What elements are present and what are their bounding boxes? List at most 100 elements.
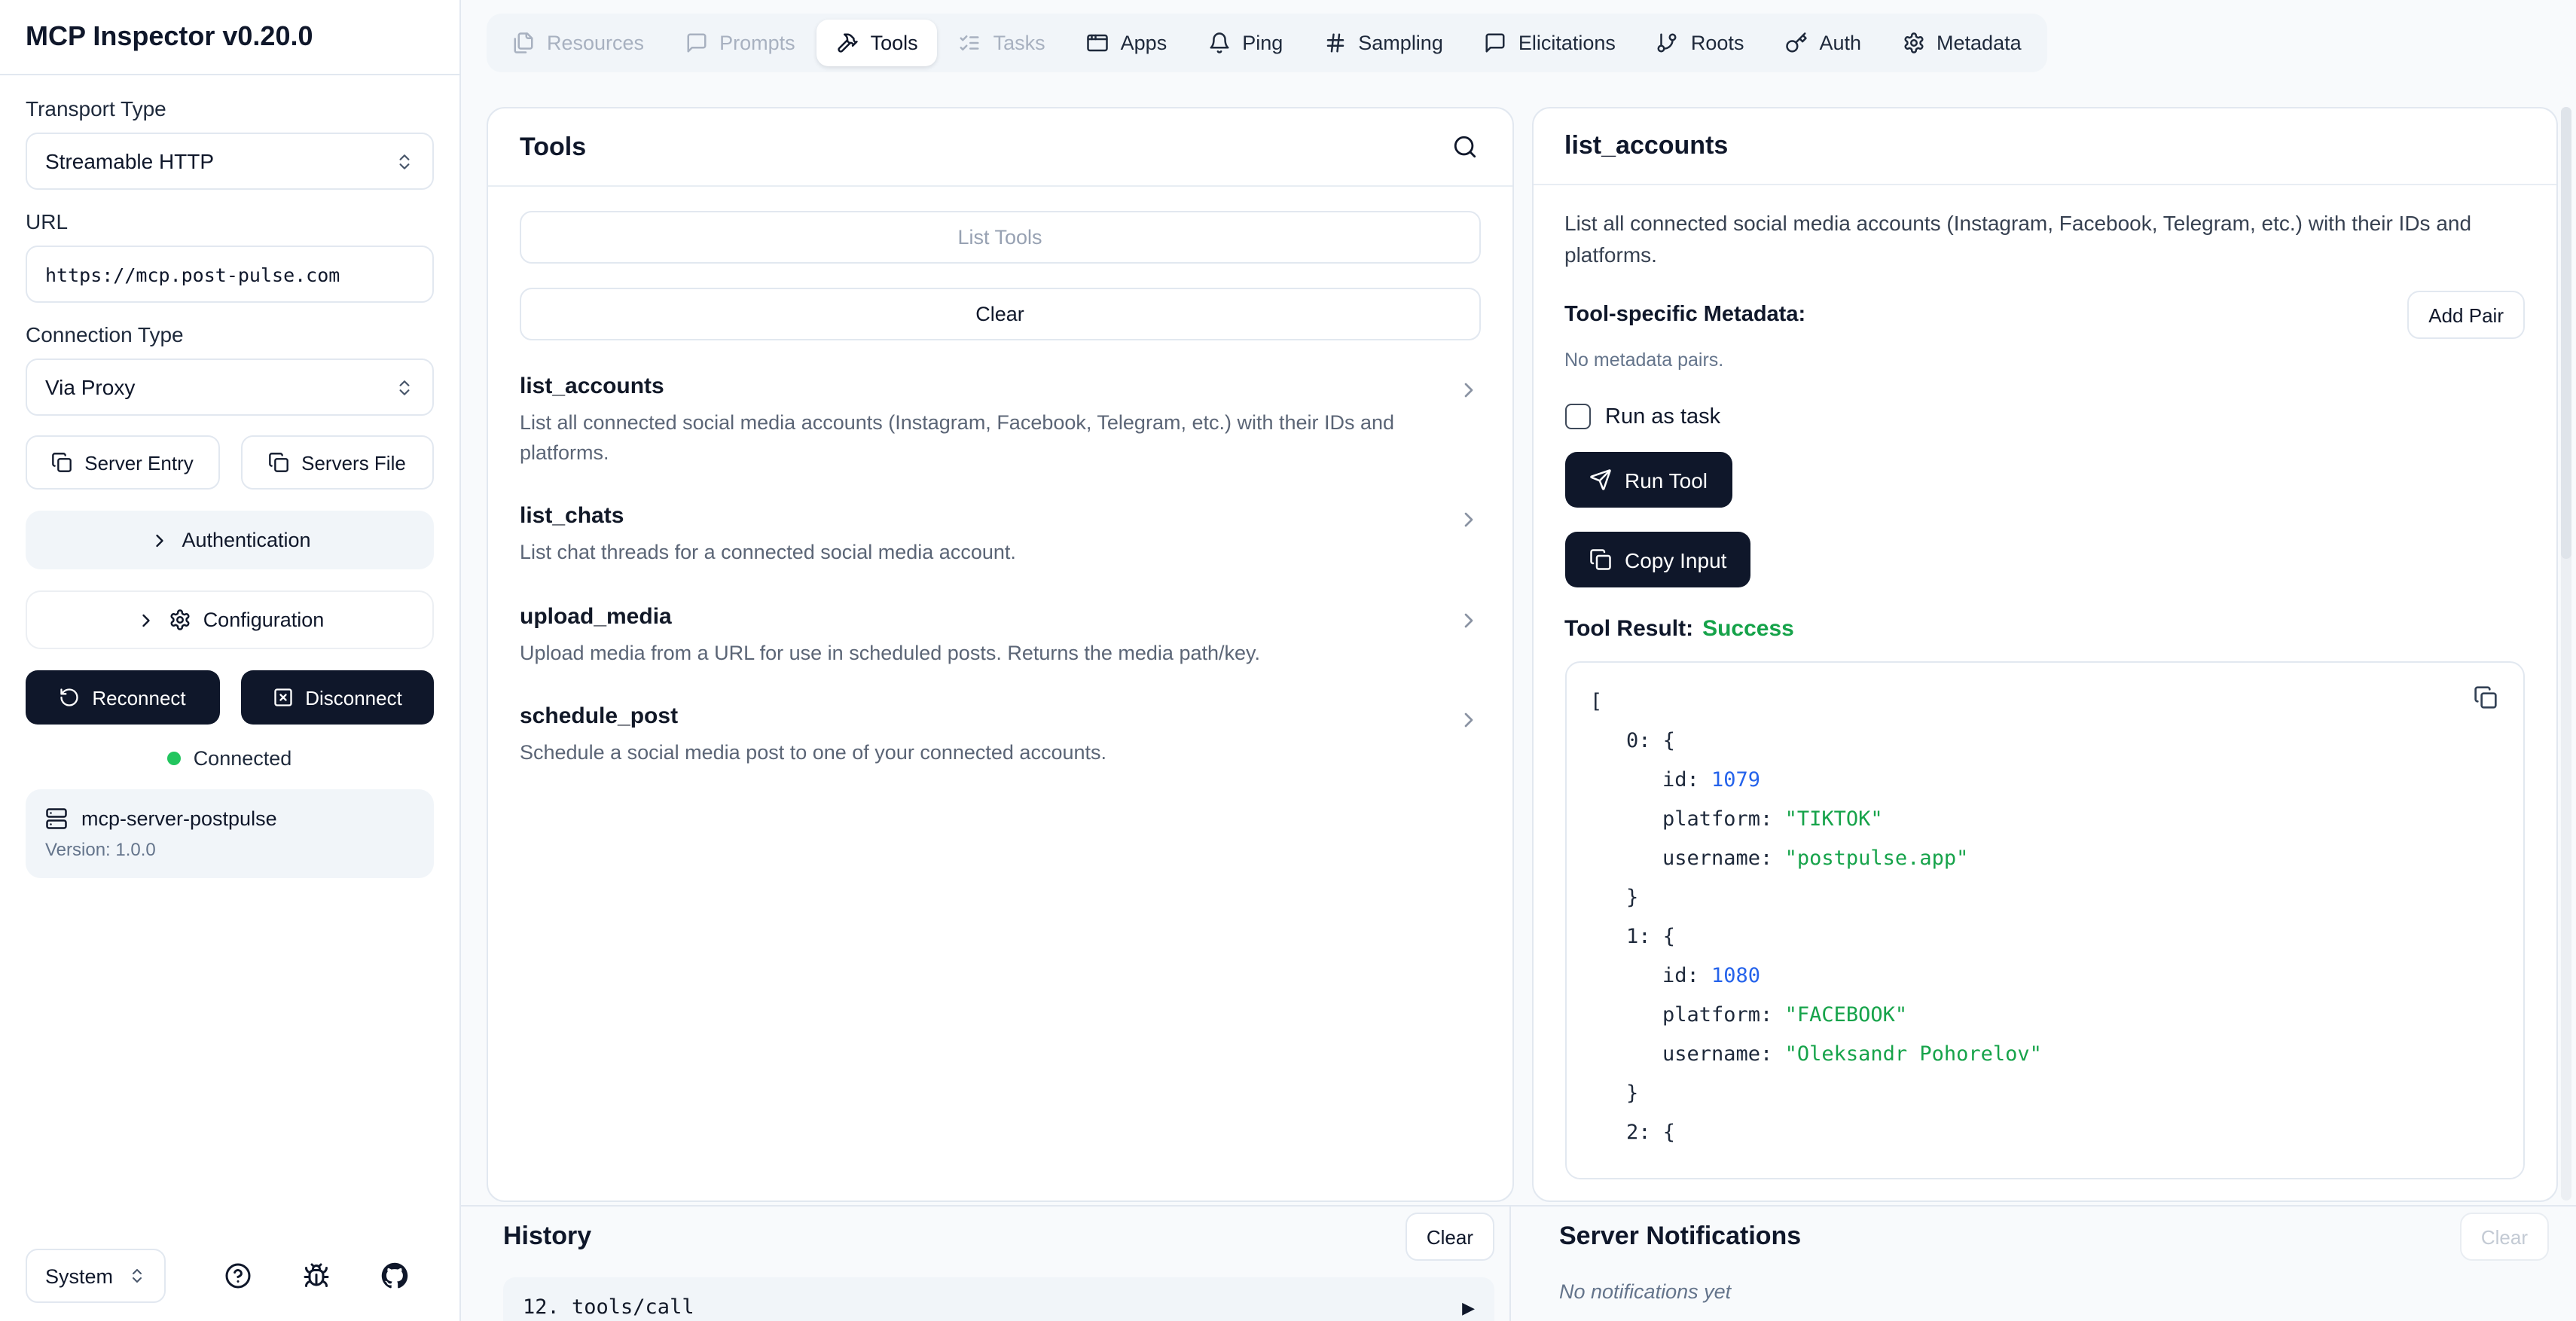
tab-label: Prompts [719, 32, 795, 54]
tab-elicitations[interactable]: Elicitations [1464, 20, 1635, 66]
expand-arrow-icon[interactable]: ▶ [1462, 1298, 1475, 1317]
tab-label: Roots [1691, 32, 1744, 54]
scrollbar-thumb[interactable] [2561, 107, 2571, 559]
tool-name: list_chats [520, 503, 1435, 529]
notifications-empty-text: No notifications yet [1559, 1280, 2549, 1303]
key-icon [1784, 32, 1807, 54]
tools-panel: Tools List Tools Clear list_accountsList… [487, 107, 1513, 1202]
chevron-right-icon [1456, 508, 1480, 532]
debug-button[interactable] [277, 1256, 356, 1295]
url-input[interactable] [45, 263, 414, 285]
copy-result-button[interactable] [2468, 679, 2504, 715]
history-clear-button[interactable]: Clear [1406, 1213, 1494, 1261]
tab-auth[interactable]: Auth [1765, 20, 1881, 66]
disconnect-label: Disconnect [305, 686, 402, 709]
tab-apps[interactable]: Apps [1067, 20, 1187, 66]
main-area: ResourcesPromptsToolsTasksAppsPingSampli… [461, 0, 2576, 1321]
copy-icon [51, 452, 72, 473]
bell-icon [1207, 32, 1230, 54]
servers-file-button[interactable]: Servers File [240, 435, 434, 490]
tab-metadata[interactable]: Metadata [1882, 20, 2041, 66]
history-item[interactable]: 12. tools/call▶ [503, 1277, 1494, 1321]
json-line: platform: "TIKTOK" [1590, 800, 2499, 839]
theme-value: System [45, 1265, 113, 1287]
metadata-row: Tool-specific Metadata: Add Pair [1564, 291, 2525, 339]
tabbar: ResourcesPromptsToolsTasksAppsPingSampli… [487, 14, 2047, 72]
tool-item-list_chats[interactable]: list_chatsList chat threads for a connec… [520, 494, 1480, 581]
tab-ping[interactable]: Ping [1188, 20, 1302, 66]
configuration-label: Configuration [203, 609, 325, 631]
tool-item-list_accounts[interactable]: list_accounts List all connected social m… [520, 365, 1480, 481]
notifications-header: Server Notifications Clear [1559, 1213, 2549, 1261]
tab-resources: Resources [493, 20, 664, 66]
scrollbar[interactable] [2561, 107, 2571, 1200]
tab-label: Auth [1819, 32, 1861, 54]
json-line: 2: { [1590, 1113, 2499, 1152]
json-line: [ [1590, 682, 2499, 722]
run-as-task-row: Run as task [1564, 404, 2525, 429]
tab-label: Ping [1242, 32, 1283, 54]
run-tool-button[interactable]: Run Tool [1564, 452, 1732, 508]
metadata-label: Tool-specific Metadata: [1564, 303, 1805, 327]
connection-type-value: Via Proxy [45, 375, 135, 399]
chevrons-up-down-icon [395, 377, 414, 397]
panels: Tools List Tools Clear list_accountsList… [461, 72, 2576, 1205]
tab-roots[interactable]: Roots [1637, 20, 1764, 66]
tab-prompts: Prompts [665, 20, 815, 66]
json-line: platform: "FACEBOOK" [1590, 996, 2499, 1035]
clear-tools-button[interactable]: Clear [520, 288, 1480, 340]
connection-type-select[interactable]: Via Proxy [26, 358, 434, 416]
chevron-right-icon [1456, 378, 1480, 402]
tab-label: Sampling [1358, 32, 1443, 54]
hammer-icon [836, 32, 859, 54]
server-entry-button[interactable]: Server Entry [26, 435, 219, 490]
tool-item-schedule_post[interactable]: schedule_postSchedule a social media pos… [520, 695, 1480, 782]
bottom-section: History Clear 12. tools/call▶ Server Not… [461, 1205, 2576, 1321]
github-button[interactable] [356, 1256, 434, 1295]
authentication-section[interactable]: Authentication [26, 511, 434, 569]
tab-label: Metadata [1937, 32, 2022, 54]
add-pair-button[interactable]: Add Pair [2407, 291, 2525, 339]
chevron-right-icon [136, 609, 157, 630]
help-icon [224, 1262, 252, 1289]
json-line: id: 1080 [1590, 956, 2499, 996]
tool-description: List all connected social media accounts… [520, 408, 1435, 467]
configuration-section[interactable]: Configuration [26, 590, 434, 649]
transport-type-select[interactable]: Streamable HTTP [26, 133, 434, 190]
tab-sampling[interactable]: Sampling [1304, 20, 1463, 66]
help-button[interactable] [200, 1256, 278, 1295]
sidebar-footer: System [26, 1249, 434, 1303]
tools-panel-title: Tools [520, 132, 586, 162]
metadata-empty-text: No metadata pairs. [1564, 349, 2525, 371]
list-tools-button[interactable]: List Tools [520, 211, 1480, 264]
search-button[interactable] [1448, 131, 1480, 163]
disconnect-button[interactable]: Disconnect [240, 670, 434, 725]
tool-info: upload_mediaUpload media from a URL for … [520, 603, 1456, 667]
disconnect-icon [272, 687, 293, 708]
tool-description: Upload media from a URL for use in sched… [520, 638, 1435, 667]
tool-item-upload_media[interactable]: upload_mediaUpload media from a URL for … [520, 594, 1480, 681]
server-card: mcp-server-postpulse Version: 1.0.0 [26, 789, 434, 878]
url-field-group: URL [26, 209, 434, 303]
copy-input-button[interactable]: Copy Input [1564, 532, 1750, 587]
run-as-task-checkbox[interactable] [1564, 404, 1590, 429]
tab-label: Apps [1121, 32, 1167, 54]
app-root: MCP Inspector v0.20.0 Transport Type Str… [0, 0, 2576, 1321]
theme-select[interactable]: System [26, 1249, 166, 1303]
chevron-right-icon [1456, 709, 1480, 733]
connection-status: Connected [26, 747, 434, 770]
reconnect-label: Reconnect [92, 686, 185, 709]
tab-tools[interactable]: Tools [816, 20, 938, 66]
tab-label: Elicitations [1518, 32, 1616, 54]
tools-panel-body: List Tools Clear list_accounts List all c… [488, 187, 1512, 819]
tool-detail-header: list_accounts [1533, 108, 2556, 185]
tabbar-row: ResourcesPromptsToolsTasksAppsPingSampli… [461, 0, 2576, 72]
reconnect-button[interactable]: Reconnect [26, 670, 219, 725]
tool-name: list_accounts [520, 374, 1435, 399]
chevrons-up-down-icon [395, 151, 414, 171]
settings-icon [1902, 32, 1924, 54]
sidebar: MCP Inspector v0.20.0 Transport Type Str… [0, 0, 461, 1321]
tool-result-row: Tool Result: Success [1564, 616, 2525, 642]
send-icon [1589, 468, 1611, 491]
history-header: History Clear [503, 1213, 1494, 1261]
